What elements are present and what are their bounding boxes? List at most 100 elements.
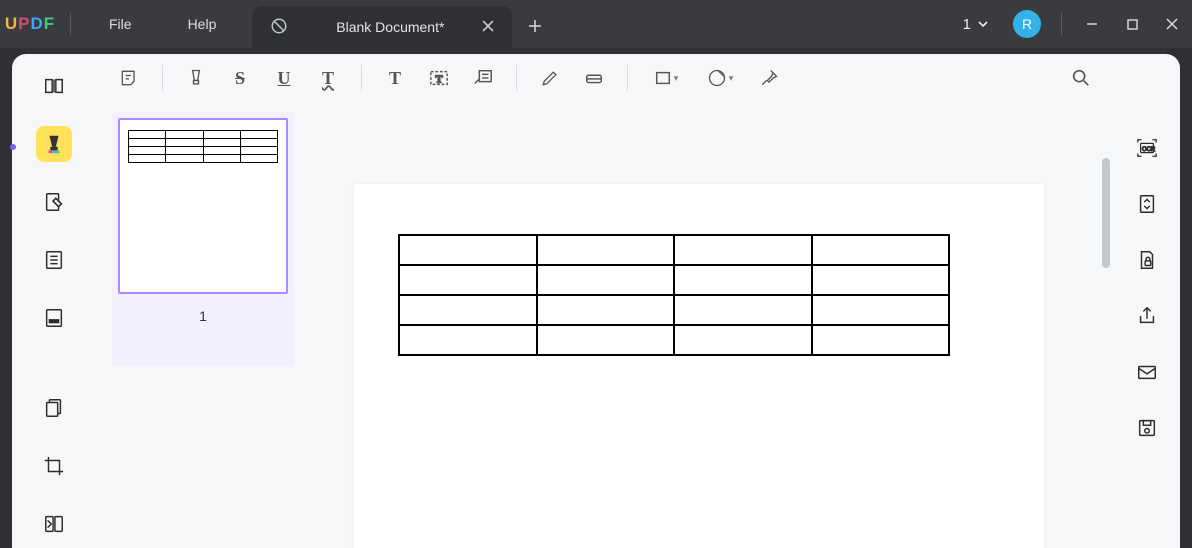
center-area: S U T T T (96, 54, 1114, 548)
svg-text:T: T (435, 74, 443, 86)
search-icon (1070, 67, 1092, 89)
marker-icon (186, 68, 206, 88)
vertical-scrollbar[interactable] (1102, 158, 1110, 548)
pages-stack-icon (43, 397, 65, 419)
thumbnail-page-number: 1 (199, 308, 207, 324)
redact-button[interactable] (36, 300, 72, 336)
squiggly-tool[interactable]: T (307, 60, 349, 96)
convert-button[interactable] (1129, 186, 1165, 222)
thumbnail-card[interactable]: 1 (112, 112, 294, 366)
document-area: 1 (96, 102, 1114, 548)
underline-icon: U (278, 68, 291, 89)
reader-mode-button[interactable] (36, 68, 72, 104)
convert-icon (1136, 193, 1158, 215)
rectangle-icon (654, 69, 672, 87)
highlight-tool[interactable] (175, 60, 217, 96)
active-indicator-dot (10, 144, 16, 150)
edit-pdf-button[interactable] (36, 184, 72, 220)
strikethrough-icon: S (235, 68, 245, 89)
comment-mode-button[interactable] (36, 126, 72, 162)
note-tool[interactable] (108, 60, 150, 96)
separator (361, 65, 362, 91)
text-box-icon: T (428, 68, 450, 88)
sticky-note-icon (119, 68, 139, 88)
document-table[interactable] (398, 234, 950, 356)
ocr-button[interactable]: OCR (1129, 130, 1165, 166)
document-tab[interactable]: Blank Document* (252, 6, 512, 48)
search-button[interactable] (1060, 60, 1102, 96)
tab-close-button[interactable] (478, 15, 498, 39)
svg-text:OCR: OCR (1142, 147, 1156, 153)
callout-icon (472, 68, 494, 88)
file-lock-icon (1136, 249, 1158, 271)
save-icon (1136, 417, 1158, 439)
textbox-tool[interactable]: T (418, 60, 460, 96)
email-button[interactable] (1129, 354, 1165, 390)
text-icon: T (389, 68, 401, 89)
save-button[interactable] (1129, 410, 1165, 446)
page-viewport[interactable] (326, 102, 1114, 548)
window-count-label: 1 (963, 16, 971, 33)
table-row[interactable] (399, 325, 949, 355)
page-tools-button[interactable] (36, 390, 72, 426)
pencil-icon (540, 68, 560, 88)
pencil-tool[interactable] (529, 60, 571, 96)
protect-button[interactable] (1129, 242, 1165, 278)
shape-tool[interactable]: ▾ (640, 60, 692, 96)
mail-icon (1136, 361, 1158, 383)
page-lines-icon (43, 249, 65, 271)
chevron-down-icon (977, 18, 989, 30)
new-tab-button[interactable] (512, 16, 558, 39)
window-maximize-button[interactable] (1112, 18, 1152, 31)
divider (70, 13, 71, 35)
workspace-inner: S U T T T (12, 54, 1180, 548)
stamp-tool[interactable]: ▾ (694, 60, 746, 96)
table-row[interactable] (399, 295, 949, 325)
organize-pages-button[interactable] (36, 242, 72, 278)
thumbnail-panel: 1 (96, 102, 310, 548)
compare-button[interactable] (36, 506, 72, 542)
left-rail (12, 54, 96, 548)
thumbnail-table (128, 130, 278, 163)
underline-tool[interactable]: U (263, 60, 305, 96)
tab-title: Blank Document* (302, 19, 478, 35)
separator (162, 65, 163, 91)
strikethrough-tool[interactable]: S (219, 60, 261, 96)
table-row[interactable] (399, 235, 949, 265)
share-icon (1136, 305, 1158, 327)
crop-icon (43, 455, 65, 477)
squiggly-icon: T (322, 68, 334, 89)
text-tool[interactable]: T (374, 60, 416, 96)
document-page[interactable] (354, 184, 1044, 548)
scrollbar-thumb[interactable] (1102, 158, 1110, 268)
share-button[interactable] (1129, 298, 1165, 334)
tab-blank-icon (270, 17, 288, 38)
sticker-icon (707, 68, 727, 88)
separator (627, 65, 628, 91)
divider (1061, 13, 1062, 35)
callout-tool[interactable] (462, 60, 504, 96)
pin-tool[interactable] (748, 60, 790, 96)
window-close-button[interactable] (1152, 17, 1192, 31)
book-open-icon (43, 75, 65, 97)
ocr-icon: OCR (1135, 137, 1159, 159)
eraser-icon (583, 68, 605, 88)
window-minimize-button[interactable] (1072, 17, 1112, 31)
chevron-down-icon: ▾ (729, 73, 734, 84)
right-rail: OCR (1114, 54, 1180, 548)
chevron-down-icon: ▾ (674, 73, 679, 84)
workspace: S U T T T (0, 48, 1192, 548)
app-logo: UPDF (0, 14, 60, 34)
pin-icon (759, 68, 779, 88)
compare-icon (43, 513, 65, 535)
edit-page-icon (43, 191, 65, 213)
annotation-toolbar: S U T T T (96, 54, 1114, 102)
eraser-tool[interactable] (573, 60, 615, 96)
table-row[interactable] (399, 265, 949, 295)
menu-help[interactable]: Help (160, 16, 245, 32)
crop-button[interactable] (36, 448, 72, 484)
window-count-dropdown[interactable]: 1 (963, 16, 989, 33)
title-bar: UPDF File Help Blank Document* 1 R (0, 0, 1192, 48)
user-avatar[interactable]: R (1013, 10, 1041, 38)
menu-file[interactable]: File (81, 16, 160, 32)
